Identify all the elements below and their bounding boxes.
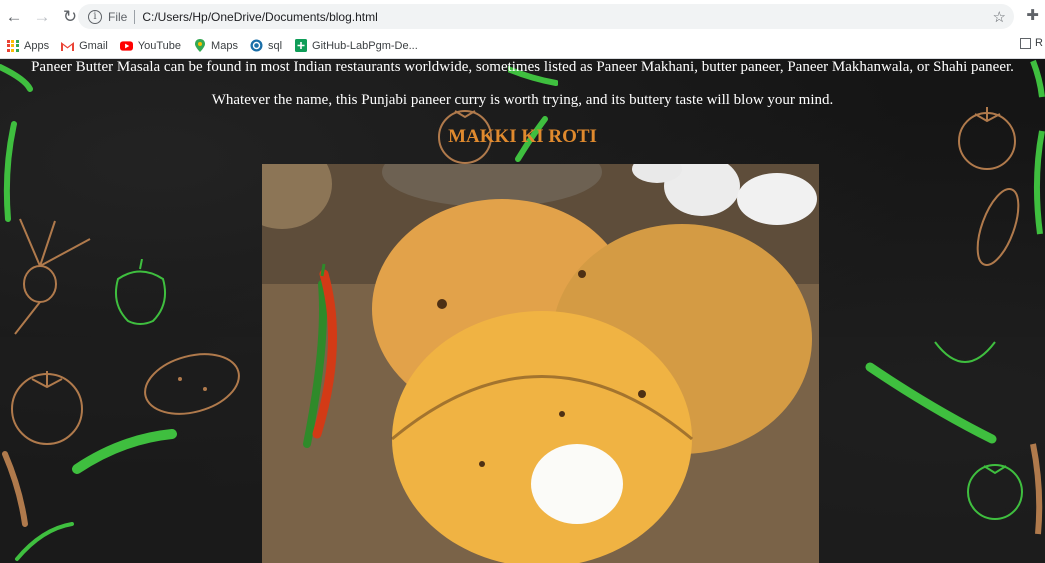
bookmarks-bar: Apps Gmail YouTube Maps sql GitHub-LabPg…	[0, 33, 1045, 59]
sql-site-icon	[250, 39, 263, 52]
reading-list[interactable]: R	[1020, 37, 1043, 49]
paragraph-paneer-intro: Paneer Butter Masala can be found in mos…	[31, 59, 1014, 75]
bookmark-star-icon[interactable]: ☆	[993, 8, 1006, 26]
forward-arrow-icon[interactable]: →	[28, 3, 56, 31]
potato-sketch-icon	[144, 353, 240, 415]
back-arrow-icon[interactable]: ←	[0, 3, 28, 31]
bookmark-gmail[interactable]: Gmail	[61, 39, 108, 52]
paragraph-paneer-outro: Whatever the name, this Punjabi paneer c…	[211, 92, 834, 108]
apps-grid-icon	[6, 39, 19, 52]
bookmark-sql[interactable]: sql	[250, 39, 282, 52]
url-scheme-label: File	[108, 9, 128, 24]
green-cucumber-sketch-icon	[72, 429, 177, 474]
bookmark-label: GitHub-LabPgm-De...	[312, 39, 418, 52]
gmail-icon	[61, 39, 75, 52]
section-heading: MAKKI KI ROTI	[448, 126, 597, 147]
bookmark-maps[interactable]: Maps	[193, 39, 238, 52]
extensions-puzzle-icon[interactable]: ✚	[1026, 6, 1039, 24]
bookmark-label: Gmail	[79, 39, 108, 52]
bookmark-label: YouTube	[137, 39, 182, 52]
green-cucumber-sketch-icon	[865, 362, 997, 444]
radish-sketch-icon	[14, 218, 91, 335]
bookmark-label: Maps	[211, 39, 238, 52]
green-leaf-sketch-icon	[15, 522, 74, 561]
sheets-plus-icon	[294, 39, 307, 52]
brown-cucumber-sketch-icon	[1030, 443, 1043, 535]
maps-pin-icon	[193, 39, 206, 52]
makki-ki-roti-photo	[262, 164, 819, 563]
bookmark-apps[interactable]: Apps	[6, 39, 49, 52]
bookmark-label: sql	[267, 39, 283, 52]
page-content: Paneer Butter Masala can be found in mos…	[0, 59, 1045, 563]
tomato-sketch-icon	[967, 464, 1023, 520]
bookmark-github-labpgm[interactable]: GitHub-LabPgm-De...	[294, 39, 418, 52]
bookmark-label: Apps	[24, 39, 50, 52]
site-info-icon[interactable]: i	[88, 9, 102, 24]
reading-list-icon	[1020, 37, 1032, 49]
address-bar[interactable]: i File C:/Users/Hp/OneDrive/Documents/bl…	[78, 4, 1014, 29]
youtube-icon	[119, 39, 133, 52]
browser-toolbar: ← → ↻ i File C:/Users/Hp/OneDrive/Docume…	[0, 0, 1045, 33]
url-text[interactable]: C:/Users/Hp/OneDrive/Documents/blog.html	[142, 10, 377, 24]
brown-cucumber-sketch-icon	[2, 451, 28, 527]
reading-list-label: R	[1035, 37, 1043, 49]
bell-pepper-sketch-icon	[115, 259, 166, 325]
eggplant-sketch-icon	[976, 188, 1020, 266]
bookmark-youtube[interactable]: YouTube	[119, 39, 182, 52]
url-separator	[134, 9, 136, 24]
